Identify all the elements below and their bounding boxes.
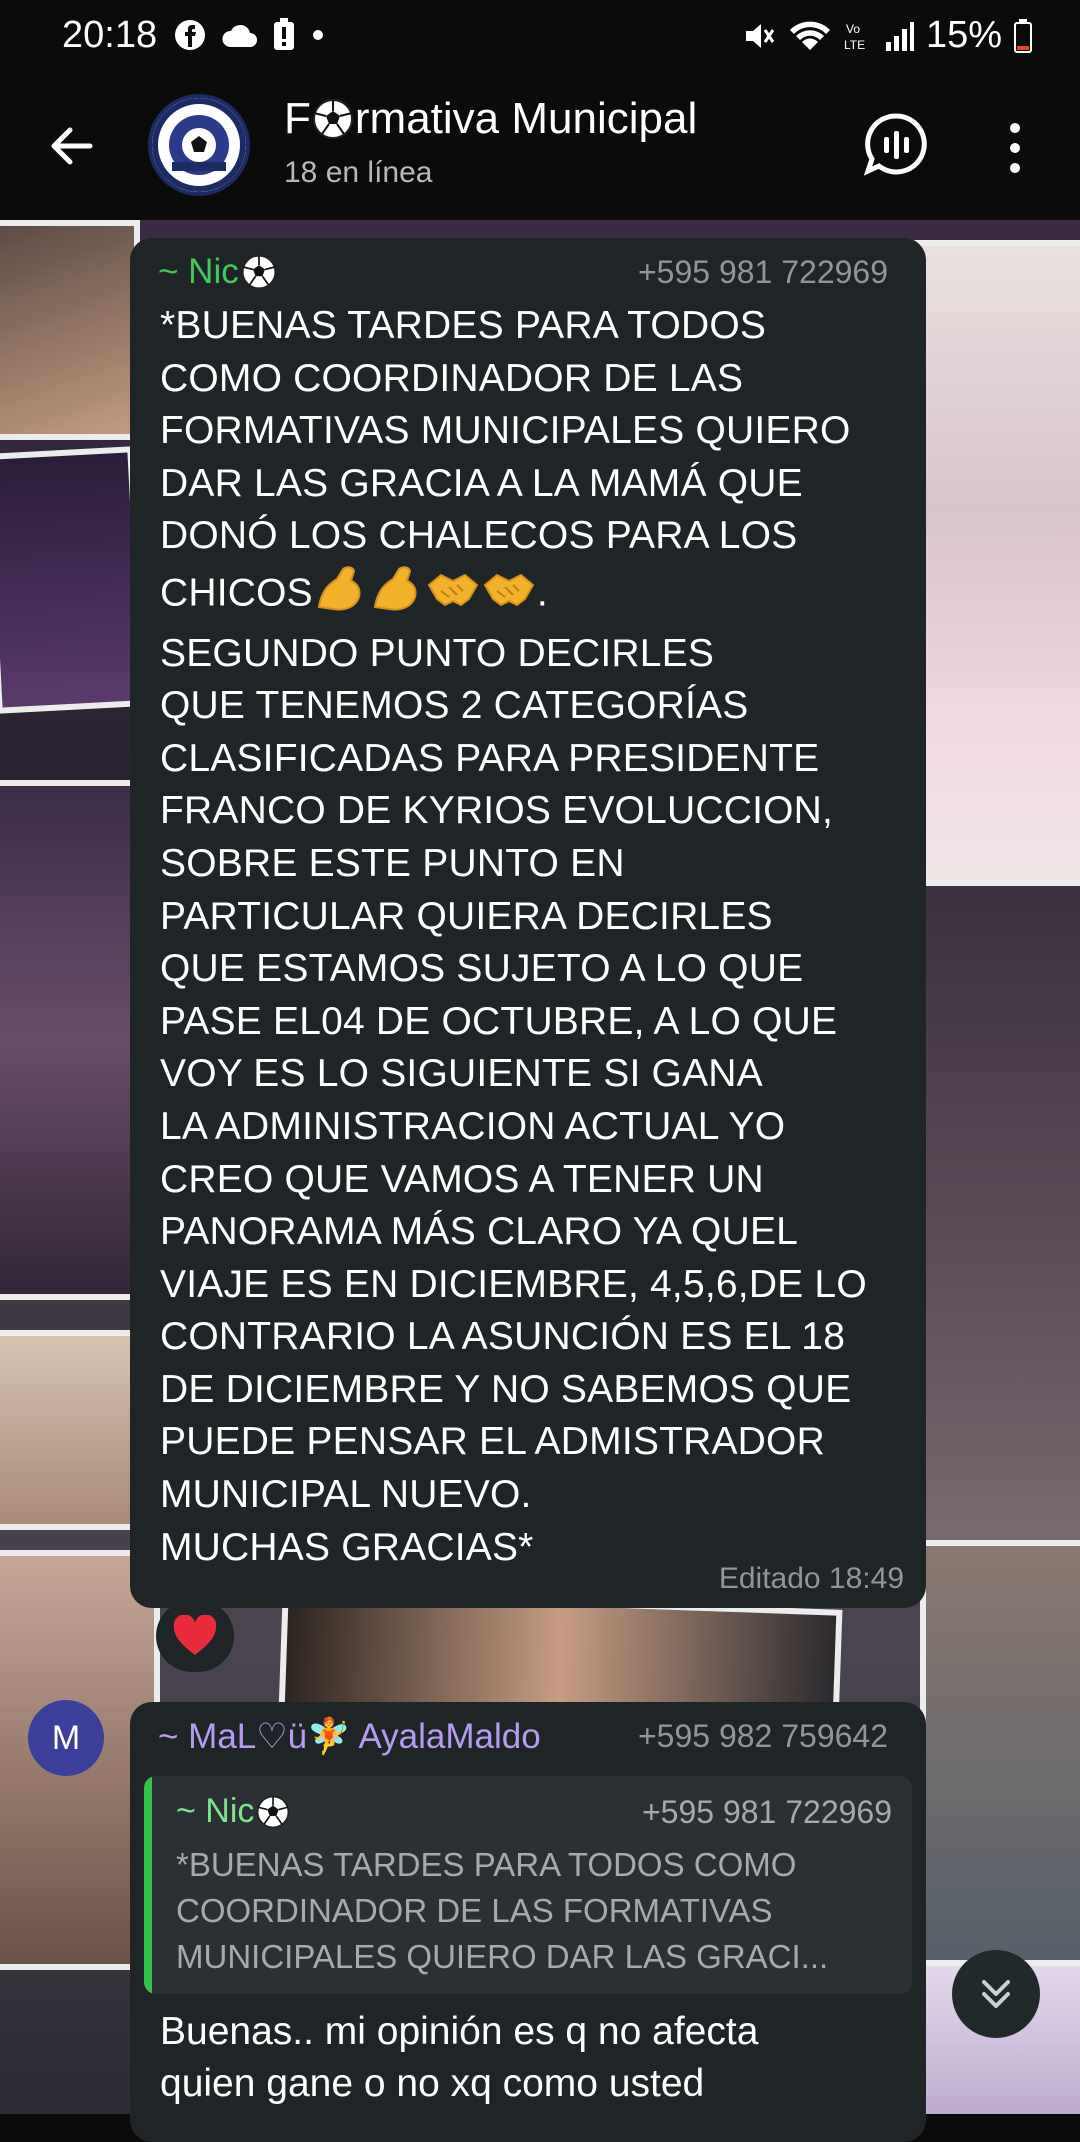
sender-name-text: ~ Nic bbox=[158, 252, 239, 291]
wallpaper-photo bbox=[0, 780, 140, 1300]
message-bubble[interactable]: ~ Nic +595 981 722969 *BUENAS TARDES PAR… bbox=[130, 238, 926, 1608]
wallpaper-photo bbox=[910, 880, 1080, 1560]
group-title-suffix: rmativa Municipal bbox=[354, 94, 698, 143]
message-text: *BUENAS TARDES PARA TODOS COMO COORDINAD… bbox=[160, 300, 920, 1574]
quote-accent-bar bbox=[144, 1776, 152, 1994]
group-title-prefix: F bbox=[284, 94, 311, 143]
voice-chat-icon[interactable] bbox=[864, 112, 930, 178]
more-options-icon[interactable] bbox=[1000, 118, 1030, 178]
battery-icon bbox=[1014, 18, 1032, 53]
status-left-icons bbox=[174, 18, 326, 52]
sender-phone[interactable]: +595 981 722969 bbox=[638, 254, 888, 291]
sender-name[interactable]: ~ Nic bbox=[158, 252, 277, 292]
svg-text:LTE: LTE bbox=[844, 38, 865, 52]
signal-icon bbox=[885, 21, 914, 51]
soccer-ball-icon bbox=[257, 1795, 290, 1828]
quoted-phone: +595 981 722969 bbox=[641, 1794, 892, 1830]
flexed-biceps-icon bbox=[313, 563, 369, 628]
message-text: Buenas.. mi opinión es q no afecta quien… bbox=[160, 2010, 759, 2105]
heart-icon bbox=[173, 1615, 217, 1655]
status-right-icons: Vo LTE 15% bbox=[742, 14, 1032, 57]
quoted-sender: ~ Nic bbox=[176, 1792, 290, 1831]
user-avatar[interactable]: M bbox=[28, 1700, 104, 1776]
wallpaper-photo bbox=[910, 240, 1080, 920]
reaction-heart[interactable] bbox=[156, 1600, 234, 1672]
soccer-ball-icon bbox=[312, 99, 353, 139]
sender-name[interactable]: ~ MaL♡ü🧚 AyalaMaldo bbox=[158, 1716, 541, 1757]
wallpaper-photo bbox=[0, 1330, 150, 1530]
wallpaper-photo bbox=[0, 446, 147, 714]
mute-icon bbox=[745, 23, 775, 48]
group-title[interactable]: F rmativa Municipal bbox=[284, 94, 697, 144]
soccer-ball-icon bbox=[241, 254, 276, 290]
group-avatar[interactable] bbox=[148, 94, 250, 196]
soccer-ball-icon bbox=[152, 98, 246, 192]
handshake-icon bbox=[481, 563, 537, 628]
scroll-to-bottom-button[interactable] bbox=[952, 1950, 1040, 2038]
quoted-message[interactable]: ~ Nic +595 981 722969 *BUENAS TARDES PAR… bbox=[144, 1776, 912, 1994]
battery-percent: 15% bbox=[925, 14, 1002, 56]
sender-phone[interactable]: +595 982 759642 bbox=[638, 1718, 888, 1755]
back-arrow-icon[interactable] bbox=[42, 116, 102, 176]
wifi-icon bbox=[789, 21, 830, 50]
message-text-part2: . SEGUNDO PUNTO DECIRLES QUE TENEMOS 2 C… bbox=[160, 571, 867, 1569]
flexed-biceps-icon bbox=[369, 563, 425, 628]
dot-icon bbox=[313, 30, 323, 40]
wallpaper-photo bbox=[920, 1540, 1080, 1970]
double-chevron-down-icon bbox=[982, 1980, 1010, 2008]
handshake-icon bbox=[425, 563, 481, 628]
volte-icon: Vo LTE bbox=[844, 22, 865, 52]
message-bubble[interactable]: ~ MaL♡ü🧚 AyalaMaldo +595 982 759642 ~ Ni… bbox=[130, 1702, 926, 2142]
cloud-icon bbox=[222, 24, 257, 47]
chat-header: F rmativa Municipal 18 en línea bbox=[0, 76, 1080, 220]
online-count: 18 en línea bbox=[284, 156, 433, 189]
status-time: 20:18 bbox=[62, 14, 158, 56]
alert-battery-icon bbox=[274, 18, 294, 50]
status-bar: 20:18 Vo LTE 15% bbox=[0, 0, 1080, 76]
quoted-text: *BUENAS TARDES PARA TODOS COMO COORDINAD… bbox=[176, 1846, 829, 1975]
wallpaper-photo bbox=[0, 220, 140, 440]
edited-timestamp: Editado 18:49 bbox=[718, 1562, 904, 1595]
quoted-sender-text: ~ Nic bbox=[176, 1792, 255, 1830]
facebook-icon bbox=[175, 20, 205, 50]
svg-text:Vo: Vo bbox=[846, 22, 860, 36]
